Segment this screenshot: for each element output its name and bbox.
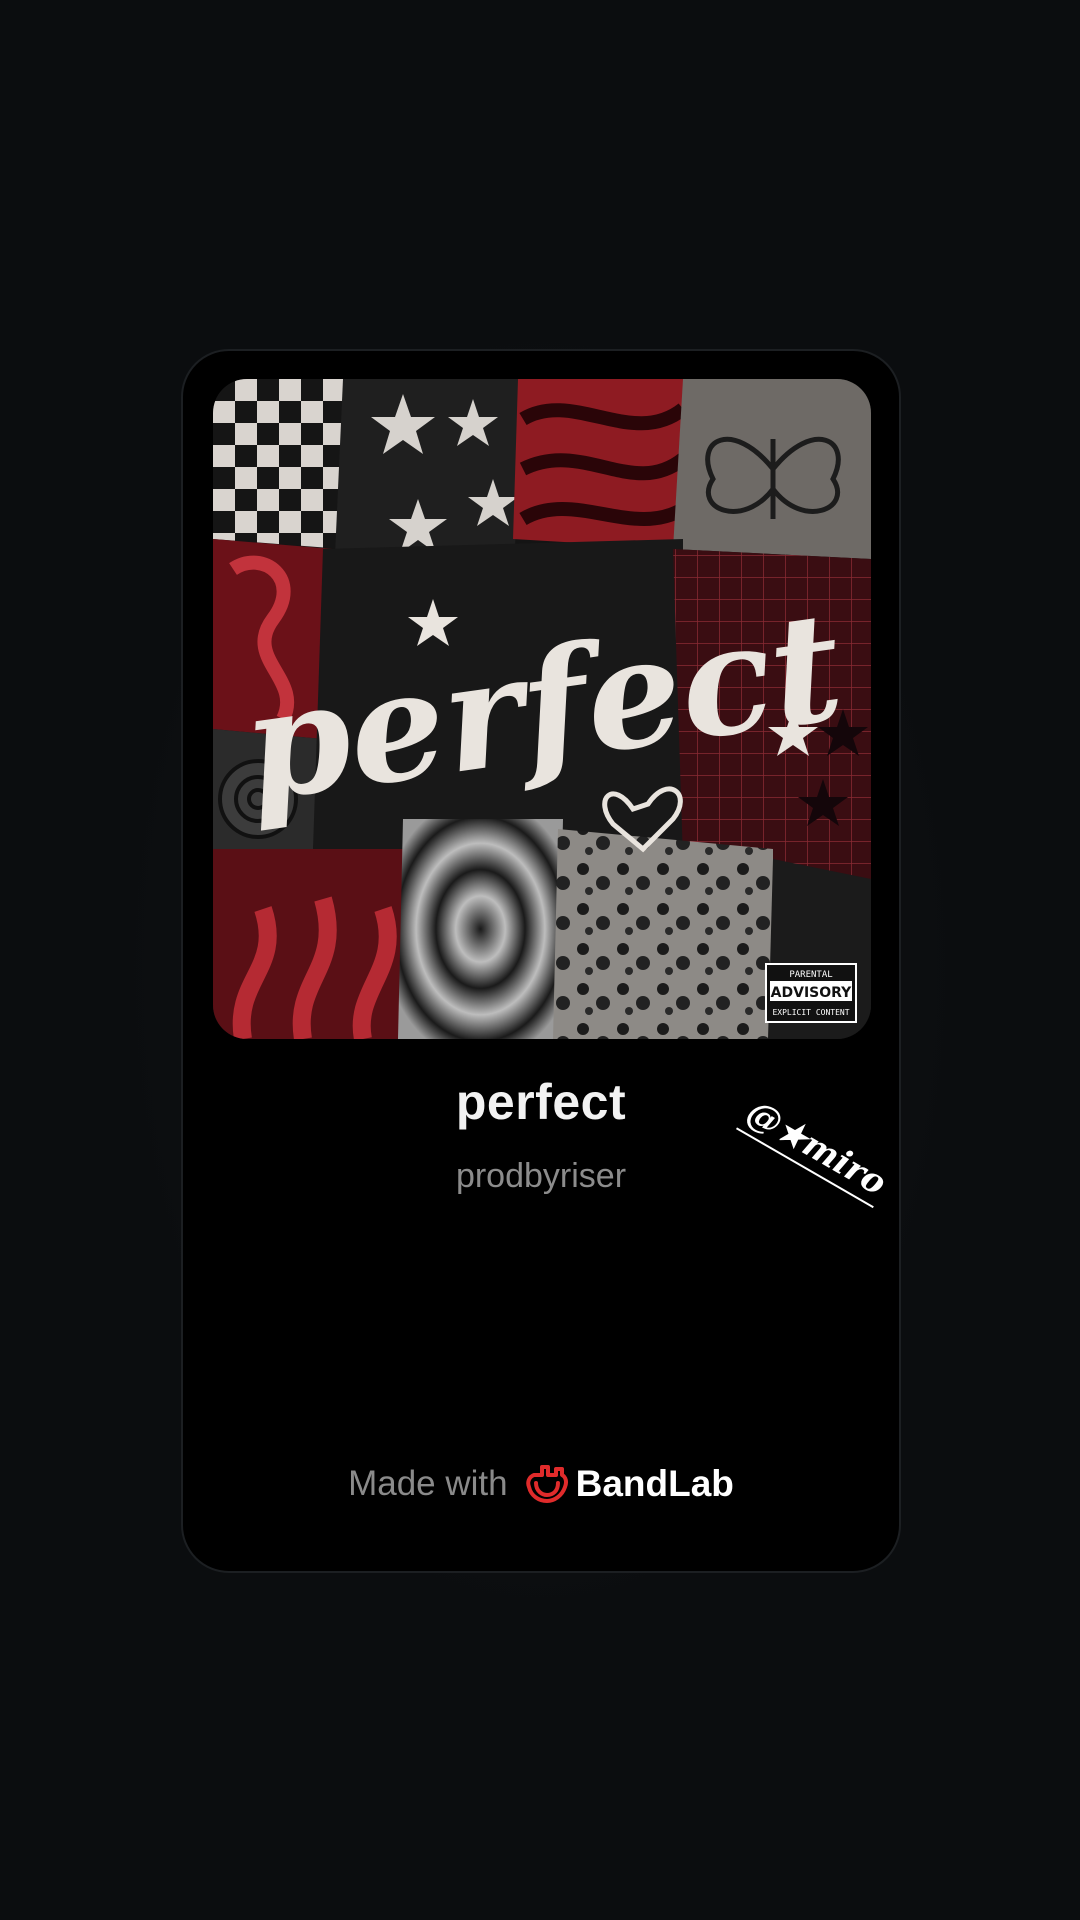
album-artwork-image: perfect PARENTAL ADVISORY EXPLICIT CONTE… [213,379,871,1039]
svg-text:PARENTAL: PARENTAL [789,970,832,980]
svg-text:ADVISORY: ADVISORY [771,985,852,1001]
made-with-label: Made with [348,1464,508,1503]
parental-advisory-label: PARENTAL ADVISORY EXPLICIT CONTENT [765,963,857,1023]
svg-text:EXPLICIT CONTENT: EXPLICIT CONTENT [772,1008,849,1017]
track-share-card[interactable]: perfect PARENTAL ADVISORY EXPLICIT CONTE… [181,349,901,1573]
bandlab-logo-icon [525,1465,568,1503]
album-artwork[interactable]: perfect PARENTAL ADVISORY EXPLICIT CONTE… [213,379,871,1039]
artist-name[interactable]: prodbyriser [183,1157,899,1196]
bandlab-brand[interactable]: BandLab [525,1463,734,1505]
made-with-footer[interactable]: Made with BandLab [183,1463,899,1505]
bandlab-brand-name: BandLab [575,1463,734,1504]
share-screen: perfect PARENTAL ADVISORY EXPLICIT CONTE… [0,0,1080,1920]
